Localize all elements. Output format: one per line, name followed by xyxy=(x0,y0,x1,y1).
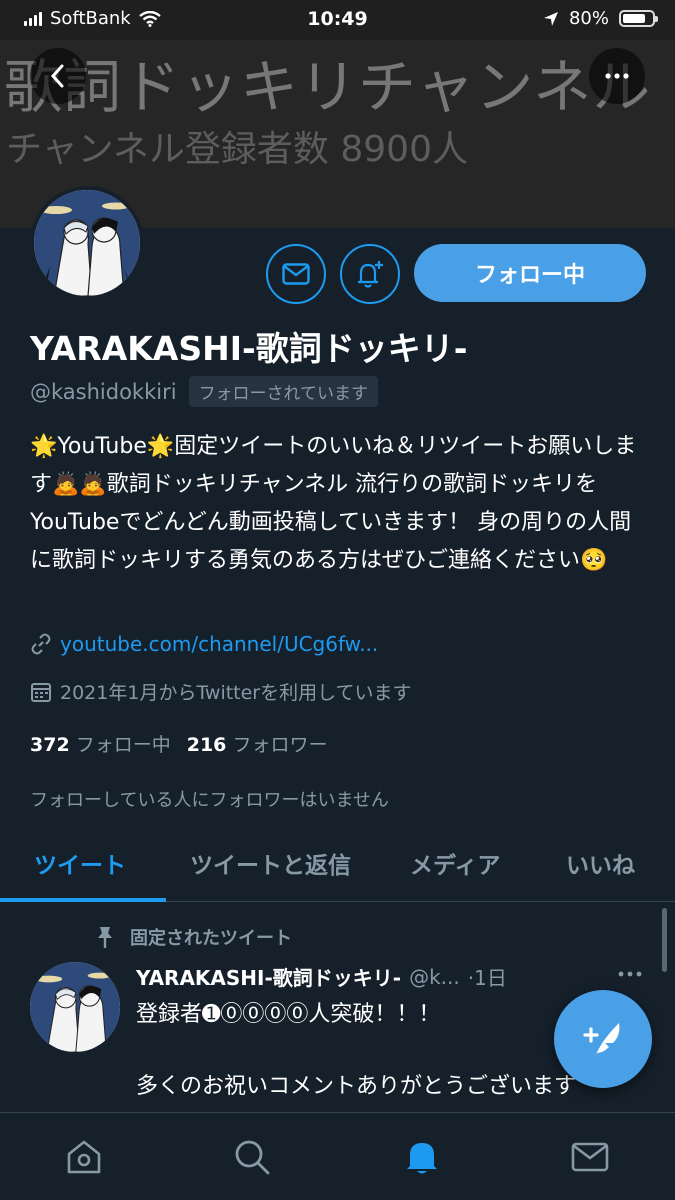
tab-likes[interactable]: いいね xyxy=(566,846,635,880)
known-followers-note: フォローしている人にフォロワーはいません xyxy=(30,790,389,811)
chevron-left-icon xyxy=(50,64,64,88)
bell-plus-icon xyxy=(358,261,383,288)
banner-subtitle: チャンネル登録者数 8900人 xyxy=(6,129,468,170)
following-button[interactable]: フォロー中 xyxy=(414,244,646,302)
nav-notifications[interactable] xyxy=(400,1135,444,1179)
bio: 🌟YouTube🌟固定ツイートのいいね＆リツイートお願いします🙇🙇歌詞ドッキリチ… xyxy=(30,434,637,573)
pinned-label-row: 固定されたツイート xyxy=(94,924,292,950)
link-icon xyxy=(31,633,51,655)
following-stat[interactable]: 372 フォロー中 xyxy=(30,730,171,757)
tweet-text-line-1: 登録者➊⓪⓪⓪⓪人突破！！！ xyxy=(136,1002,441,1027)
tweet-header: YARAKASHI-歌詞ドッキリ- @k... ·1日 xyxy=(136,962,507,991)
profile-tabs: ツイート ツイートと返信 メディア いいね xyxy=(0,830,675,902)
pin-icon xyxy=(98,927,112,948)
pinned-label: 固定されたツイート xyxy=(130,928,292,949)
messages-icon xyxy=(571,1142,609,1172)
tweet-author-name[interactable]: YARAKASHI-歌詞ドッキリ- xyxy=(136,962,401,991)
handle: @kashidokkiri xyxy=(30,379,177,404)
status-bar: SoftBank 10:49 80% xyxy=(0,0,675,40)
tweet-author-handle: @k... xyxy=(409,964,460,989)
back-button[interactable] xyxy=(30,48,86,104)
notifications-icon xyxy=(407,1143,437,1174)
calendar-icon xyxy=(31,682,51,702)
profile-link[interactable]: youtube.com/channel/UCg6fw... xyxy=(60,632,378,656)
location-icon xyxy=(543,11,558,26)
mail-icon xyxy=(282,263,310,285)
bottom-navigation xyxy=(0,1112,675,1200)
tweet-more-button[interactable] xyxy=(618,958,642,983)
tweet-avatar[interactable] xyxy=(30,962,120,1052)
following-label: フォロー中 xyxy=(75,734,171,756)
tab-tweets[interactable]: ツイート xyxy=(34,846,126,880)
nav-messages[interactable] xyxy=(568,1135,612,1179)
tweet-timestamp: ·1日 xyxy=(467,966,507,990)
active-tab-indicator xyxy=(0,898,166,902)
followers-label: フォロワー xyxy=(232,734,328,756)
more-icon xyxy=(618,971,642,977)
message-button[interactable] xyxy=(266,244,326,304)
notifications-button[interactable] xyxy=(340,244,400,304)
battery-percent: 80% xyxy=(568,8,609,29)
following-count: 372 xyxy=(30,734,70,756)
tweet-text-line-2: 多くのお祝いコメントありがとうございます xyxy=(136,1074,577,1099)
nav-home[interactable] xyxy=(62,1135,106,1179)
scrollbar[interactable] xyxy=(662,908,667,972)
joined-date: 2021年1月からTwitterを利用しています xyxy=(60,682,412,704)
more-options-button[interactable] xyxy=(589,48,645,104)
followers-stat[interactable]: 216 フォロワー xyxy=(187,730,328,757)
follows-you-badge: フォローされています xyxy=(188,376,379,407)
compose-feather-icon xyxy=(583,1023,620,1057)
profile-avatar[interactable] xyxy=(30,186,144,300)
tab-media[interactable]: メディア xyxy=(410,846,500,880)
display-name: YARAKASHI-歌詞ドッキリ- xyxy=(30,329,468,368)
tab-tweets-and-replies[interactable]: ツイートと返信 xyxy=(190,846,351,880)
more-icon xyxy=(605,73,629,79)
banner-title: 歌詞ドッキリチャンネル xyxy=(4,53,652,121)
home-icon xyxy=(67,1140,101,1174)
search-icon xyxy=(235,1140,270,1175)
nav-search[interactable] xyxy=(230,1135,274,1179)
followers-count: 216 xyxy=(186,734,227,756)
battery-icon xyxy=(619,10,658,27)
compose-tweet-button[interactable] xyxy=(554,990,652,1088)
